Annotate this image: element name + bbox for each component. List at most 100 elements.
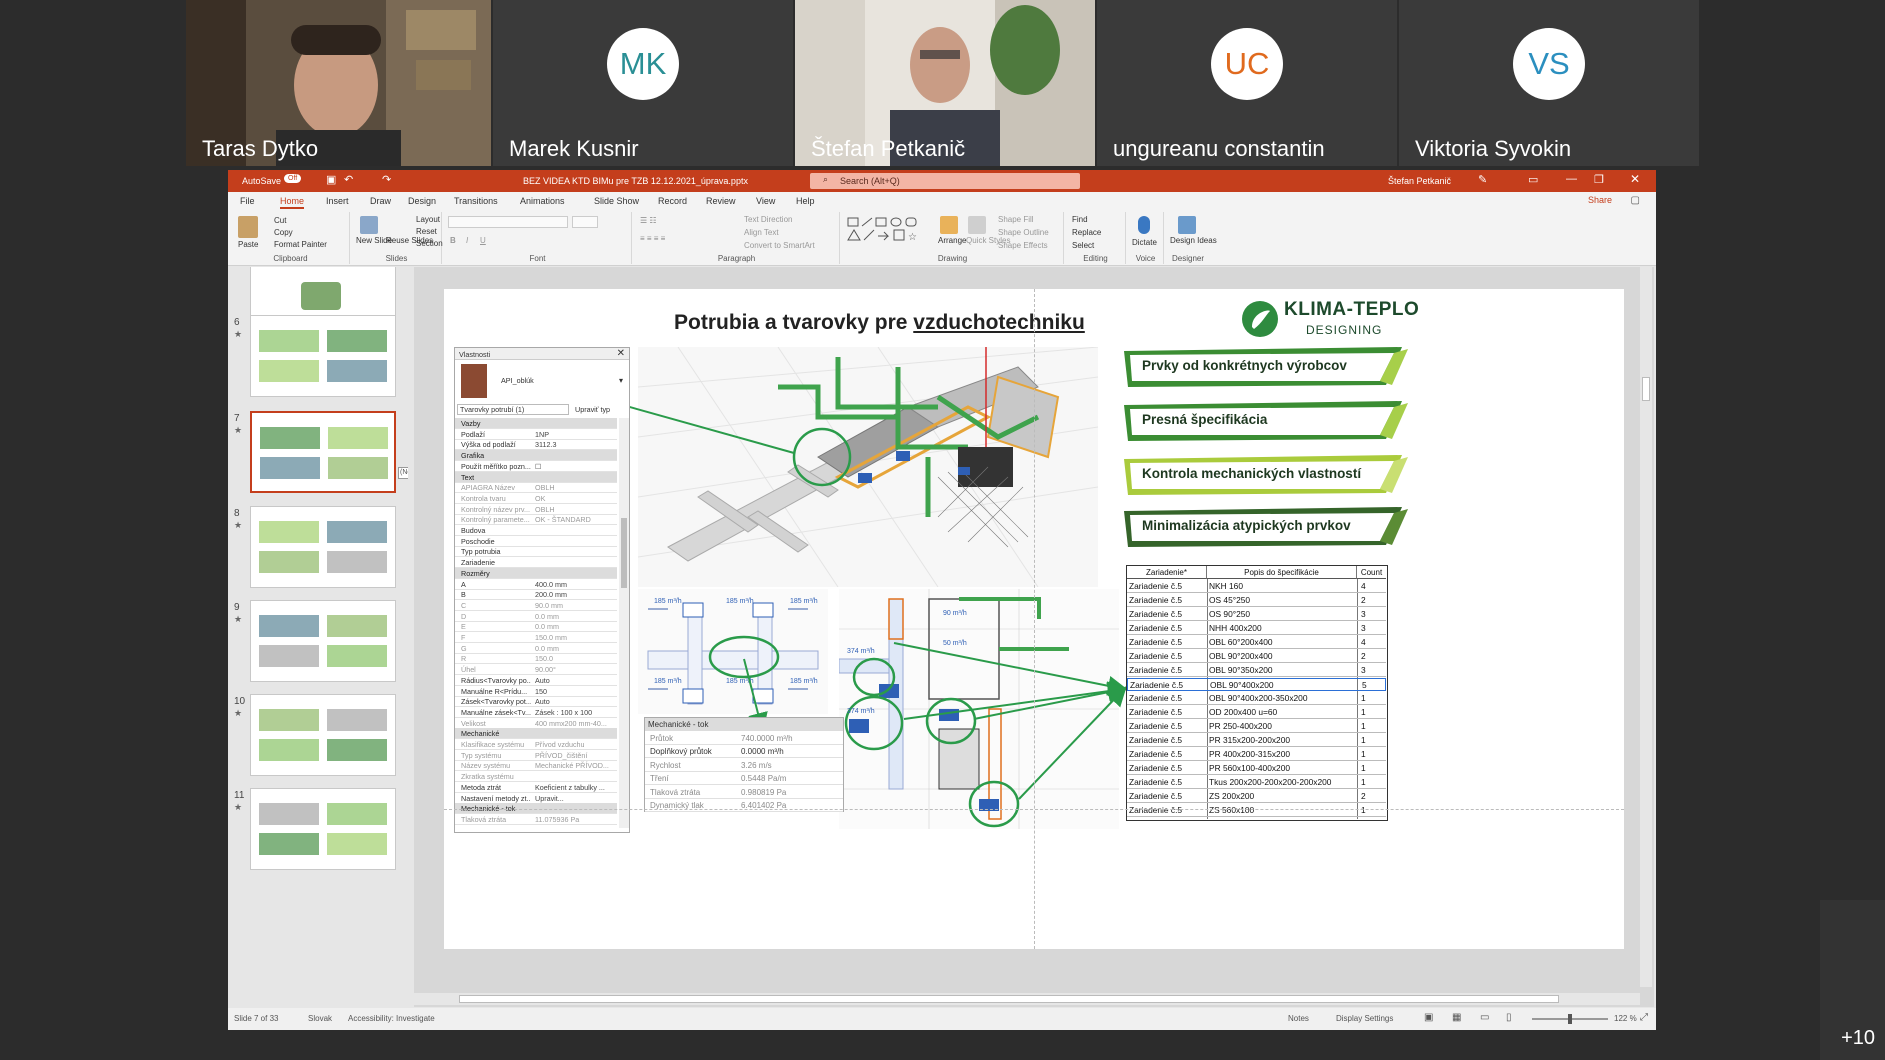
fit-slide-icon[interactable]: ⤢ xyxy=(1640,1012,1648,1023)
tab-design[interactable]: Design xyxy=(408,196,436,206)
equipment-schedule-table[interactable]: Zariadenie* Popis do špecifikácie Count … xyxy=(1126,565,1388,821)
property-value[interactable]: Auto xyxy=(535,697,615,706)
property-value[interactable]: Koeficient z tabulky ... xyxy=(535,783,615,792)
property-value[interactable]: Zásek : 100 x 100 xyxy=(535,708,615,717)
property-row[interactable]: Použít měřítko pozn... ☐ xyxy=(455,461,617,472)
notes-button[interactable]: Notes xyxy=(1288,1014,1309,1023)
property-row[interactable]: Metoda ztrát Koeficient z tabulky ... xyxy=(455,782,617,793)
participant-tile-2[interactable]: Štefan Petkanič xyxy=(795,0,1095,166)
shapes-gallery-icon[interactable]: ☆ xyxy=(846,216,936,250)
table-row[interactable]: Zariadenie č.5 ZS 200x200 2 xyxy=(1127,790,1386,804)
tab-help[interactable]: Help xyxy=(796,196,815,206)
table-row[interactable]: Zariadenie č.5 OBL 90°350x200 3 xyxy=(1127,664,1386,678)
cut-button[interactable]: Cut xyxy=(274,216,286,225)
property-row[interactable]: Nastavení metody zt... Upravit... xyxy=(455,793,617,804)
display-settings-button[interactable]: Display Settings xyxy=(1336,1014,1393,1023)
table-row[interactable]: Zariadenie č.5 NKH 160 4 xyxy=(1127,580,1386,594)
table-row[interactable]: Zariadenie č.5 PR 400x200-315x200 1 xyxy=(1127,748,1386,762)
minimize-icon[interactable]: — xyxy=(1566,173,1577,185)
property-value[interactable]: 400 mmx200 mm-40... xyxy=(535,719,615,728)
normal-view-icon[interactable]: ▣ xyxy=(1424,1012,1433,1023)
property-row[interactable]: C 90.0 mm xyxy=(455,600,617,611)
property-value[interactable]: 11.075936 Pa xyxy=(535,815,615,824)
new-slide-icon[interactable] xyxy=(360,216,378,234)
table-row[interactable]: Zariadenie č.5 OS 90°250 3 xyxy=(1127,608,1386,622)
mech-row[interactable]: Rychlost 3.26 m/s xyxy=(645,759,843,772)
bullets-icon[interactable]: ☰ ☷ xyxy=(640,216,657,225)
paste-button[interactable]: Paste xyxy=(238,240,258,249)
category-selector[interactable]: Tvarovky potrubí (1) xyxy=(457,404,569,415)
property-row[interactable]: Poschodie xyxy=(455,536,617,547)
property-value[interactable]: 150.0 xyxy=(535,654,615,663)
slide-thumbnail[interactable] xyxy=(250,411,396,493)
property-row[interactable]: E 0.0 mm xyxy=(455,621,617,633)
reset-button[interactable]: Reset xyxy=(416,227,437,236)
slide-thumbnail[interactable] xyxy=(250,600,396,682)
ribbon-display-icon[interactable]: ▭ xyxy=(1528,173,1538,186)
property-value[interactable]: 150.0 mm xyxy=(535,633,615,642)
zoom-level[interactable]: 122 % xyxy=(1614,1014,1637,1023)
property-row[interactable]: Výška od podlaží 3112.3 xyxy=(455,439,617,451)
property-row[interactable]: Velikost 400 mmx200 mm-40... xyxy=(455,718,617,729)
italic-button[interactable]: I xyxy=(466,236,468,245)
shape-effects-button[interactable]: Shape Effects xyxy=(998,241,1048,250)
tab-draw[interactable]: Draw xyxy=(370,196,391,206)
slide-7[interactable]: Potrubia a tvarovky pre vzduchotechniku … xyxy=(444,289,1624,949)
user-name[interactable]: Štefan Petkanič xyxy=(1388,176,1451,186)
property-row[interactable]: Klasifikace systému Přívod vzduchu xyxy=(455,739,617,750)
property-row[interactable]: Manuálne R<Prídu... 150 xyxy=(455,686,617,697)
mech-row[interactable]: Průtok 740.0000 m³/h xyxy=(645,732,843,745)
shape-fill-button[interactable]: Shape Fill xyxy=(998,215,1034,224)
dictate-button[interactable]: Dictate xyxy=(1132,238,1157,247)
more-participants-count[interactable]: +10 xyxy=(1841,1027,1875,1050)
save-icon[interactable]: ▣ xyxy=(326,173,336,186)
property-value[interactable]: OBLH xyxy=(535,483,615,492)
property-group-header[interactable]: Mechanické xyxy=(455,728,617,740)
undo-icon[interactable]: ↶ xyxy=(344,173,353,186)
align-text-button[interactable]: Align Text xyxy=(744,228,779,237)
property-group-header[interactable]: Vazby xyxy=(455,418,617,429)
smartart-button[interactable]: Convert to SmartArt xyxy=(744,241,815,250)
tab-file[interactable]: File xyxy=(240,196,255,206)
zoom-slider[interactable] xyxy=(1532,1014,1608,1024)
design-ideas-icon[interactable] xyxy=(1178,216,1196,234)
participant-tile-0[interactable]: Taras Dytko xyxy=(186,0,491,166)
participant-tile-4[interactable]: VS Viktoria Syvokin xyxy=(1399,0,1699,166)
font-size-field[interactable] xyxy=(572,216,598,228)
vertical-scrollbar[interactable] xyxy=(1640,267,1652,987)
chevron-down-icon[interactable]: ▾ xyxy=(619,376,623,385)
tab-animations[interactable]: Animations xyxy=(520,196,565,206)
arrange-icon[interactable] xyxy=(940,216,958,234)
properties-panel[interactable]: Vlastnosti ✕ API_oblúk ▾ Tvarovky potrub… xyxy=(454,347,630,833)
language-indicator[interactable]: Slovak xyxy=(308,1014,332,1023)
pen-icon[interactable]: ✎ xyxy=(1478,173,1487,186)
property-value[interactable]: 200.0 mm xyxy=(535,590,615,599)
slide-thumbnail[interactable] xyxy=(250,694,396,776)
property-row[interactable]: A 400.0 mm xyxy=(455,579,617,590)
property-value[interactable]: Auto xyxy=(535,676,615,685)
tab-transitions[interactable]: Transitions xyxy=(454,196,498,206)
property-row[interactable]: G 0.0 mm xyxy=(455,643,617,654)
underline-button[interactable]: U xyxy=(480,236,486,245)
property-row[interactable]: Typ systému PŘÍVOD_čištění xyxy=(455,750,617,761)
slide-sorter-icon[interactable]: ▦ xyxy=(1452,1012,1461,1023)
property-value[interactable]: Upravit... xyxy=(535,794,615,803)
tab-insert[interactable]: Insert xyxy=(326,196,349,206)
slide-thumbnail[interactable] xyxy=(250,506,396,588)
replace-button[interactable]: Replace xyxy=(1072,228,1101,237)
table-row[interactable]: Zariadenie č.5 OS 45°250 2 xyxy=(1127,594,1386,608)
mech-row[interactable]: Tření 0.5448 Pa/m xyxy=(645,772,843,786)
select-button[interactable]: Select xyxy=(1072,241,1094,250)
section-button[interactable]: Section xyxy=(416,239,443,248)
slideshow-icon[interactable]: ▯ xyxy=(1506,1012,1512,1023)
redo-icon[interactable]: ↷ xyxy=(382,173,391,186)
mech-row[interactable]: Tlaková ztráta 0.980819 Pa xyxy=(645,786,843,799)
property-row[interactable]: Manuálne zásek<Tv... Zásek : 100 x 100 xyxy=(455,707,617,718)
property-row[interactable]: F 150.0 mm xyxy=(455,632,617,643)
autosave-toggle[interactable]: Off xyxy=(284,174,302,183)
shape-outline-button[interactable]: Shape Outline xyxy=(998,228,1049,237)
reading-view-icon[interactable]: ▭ xyxy=(1480,1012,1489,1023)
comments-icon[interactable]: ▢ xyxy=(1631,195,1640,206)
properties-scrollbar[interactable] xyxy=(619,418,629,828)
property-group-header[interactable]: Rozměry xyxy=(455,567,617,579)
